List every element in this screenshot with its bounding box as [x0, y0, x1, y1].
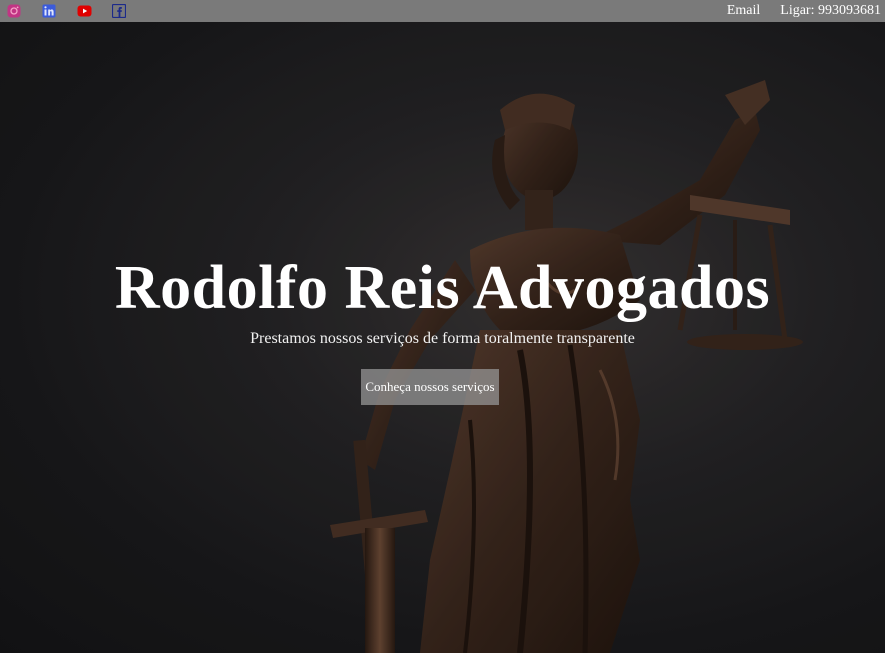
- linkedin-icon[interactable]: [41, 3, 57, 19]
- hero-subtitle: Prestamos nossos serviços de forma toral…: [250, 330, 635, 347]
- phone-link[interactable]: Ligar: 993093681: [780, 3, 881, 19]
- top-bar: Email Ligar: 993093681: [0, 0, 885, 22]
- hero-title: Rodolfo Reis Advogados: [114, 254, 771, 322]
- youtube-icon[interactable]: [76, 3, 92, 19]
- contact-links: Email Ligar: 993093681: [707, 3, 885, 19]
- hero-section: Rodolfo Reis Advogados Prestamos nossos …: [0, 0, 885, 653]
- page: Email Ligar: 993093681 Rodolfo Reis Advo…: [0, 0, 885, 653]
- instagram-icon[interactable]: [6, 3, 22, 19]
- email-link[interactable]: Email: [727, 3, 760, 19]
- social-links: [0, 3, 146, 19]
- services-button[interactable]: Conheça nossos serviços: [361, 369, 499, 405]
- facebook-icon[interactable]: [111, 3, 127, 19]
